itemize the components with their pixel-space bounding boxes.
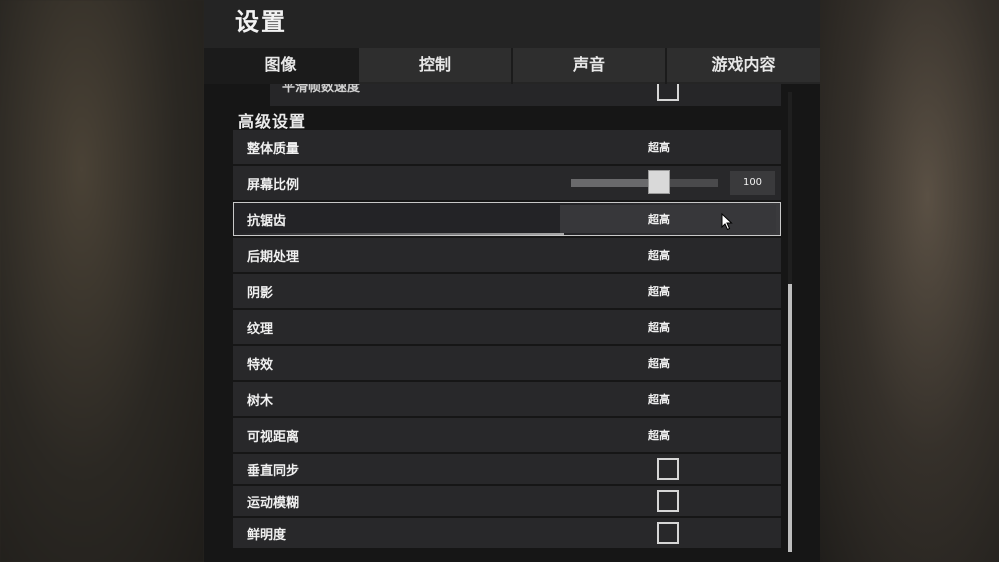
setting-value[interactable]: 超高 bbox=[648, 247, 748, 263]
scrollbar[interactable] bbox=[788, 92, 792, 552]
setting-row-smooth-framerate[interactable]: 平滑帧数速度 bbox=[270, 84, 781, 106]
tab-graphics[interactable]: 图像 bbox=[204, 48, 357, 84]
setting-label: 抗锯齿 bbox=[247, 214, 287, 229]
setting-label: 整体质量 bbox=[247, 142, 300, 157]
tab-audio[interactable]: 声音 bbox=[513, 48, 665, 84]
tab-bar: 图像 控制 声音 游戏内容 bbox=[204, 48, 820, 84]
setting-row-foliage[interactable]: 树木 超高 bbox=[233, 382, 781, 416]
setting-label: 平滑帧数速度 bbox=[282, 84, 361, 95]
setting-label: 鲜明度 bbox=[247, 528, 287, 543]
setting-row-view-distance[interactable]: 可视距离 超高 bbox=[233, 418, 781, 452]
background-right bbox=[820, 0, 999, 562]
setting-label: 后期处理 bbox=[247, 250, 300, 265]
setting-row-post-processing[interactable]: 后期处理 超高 bbox=[233, 238, 781, 272]
setting-label: 垂直同步 bbox=[247, 464, 300, 479]
tab-controls[interactable]: 控制 bbox=[359, 48, 511, 84]
scrollbar-thumb[interactable] bbox=[788, 284, 792, 552]
setting-value[interactable]: 超高 bbox=[648, 355, 748, 371]
background-left bbox=[0, 0, 204, 562]
setting-label: 可视距离 bbox=[247, 430, 300, 445]
section-header-advanced: 高级设置 bbox=[238, 112, 307, 131]
setting-value[interactable]: 超高 bbox=[648, 283, 748, 299]
setting-value[interactable]: 超高 bbox=[648, 139, 748, 155]
setting-label: 运动模糊 bbox=[247, 496, 300, 511]
screen-scale-value-field[interactable]: 100 bbox=[730, 171, 775, 195]
page-title: 设置 bbox=[235, 8, 287, 36]
setting-row-overall-quality[interactable]: 整体质量 超高 bbox=[233, 130, 781, 164]
setting-value[interactable]: 超高 bbox=[648, 319, 748, 335]
title-bar: 设置 bbox=[204, 0, 820, 48]
sharpness-checkbox[interactable] bbox=[657, 522, 679, 544]
setting-label: 特效 bbox=[247, 358, 274, 373]
setting-value[interactable]: 超高 bbox=[648, 427, 748, 443]
setting-row-textures[interactable]: 纹理 超高 bbox=[233, 310, 781, 344]
setting-value[interactable]: 超高 bbox=[648, 211, 748, 227]
setting-row-screen-scale[interactable]: 屏幕比例 100 bbox=[233, 166, 781, 200]
setting-row-shadows[interactable]: 阴影 超高 bbox=[233, 274, 781, 308]
setting-row-anti-aliasing[interactable]: 抗锯齿 超高 bbox=[233, 202, 781, 236]
setting-row-vsync[interactable]: 垂直同步 bbox=[233, 454, 781, 484]
screen-scale-slider[interactable] bbox=[571, 179, 718, 187]
tab-gameplay[interactable]: 游戏内容 bbox=[667, 48, 820, 84]
selection-underline bbox=[234, 233, 564, 235]
setting-label: 树木 bbox=[247, 394, 274, 409]
setting-row-effects[interactable]: 特效 超高 bbox=[233, 346, 781, 380]
setting-row-sharpness[interactable]: 鲜明度 bbox=[233, 518, 781, 548]
setting-row-motion-blur[interactable]: 运动模糊 bbox=[233, 486, 781, 516]
setting-label: 阴影 bbox=[247, 286, 274, 301]
slider-fill bbox=[571, 179, 660, 187]
mouse-cursor-icon bbox=[721, 213, 733, 231]
setting-label: 屏幕比例 bbox=[247, 178, 300, 193]
slider-handle[interactable] bbox=[648, 170, 671, 194]
settings-content: 平滑帧数速度 高级设置 整体质量 超高 屏幕比例 100 抗锯齿 超高 后期处理… bbox=[204, 84, 820, 562]
smooth-framerate-checkbox[interactable] bbox=[657, 84, 679, 101]
settings-panel: 设置 图像 控制 声音 游戏内容 平滑帧数速度 高级设置 整体质量 超高 屏幕比… bbox=[204, 0, 820, 562]
setting-label: 纹理 bbox=[247, 322, 274, 337]
motion-blur-checkbox[interactable] bbox=[657, 490, 679, 512]
setting-value[interactable]: 超高 bbox=[648, 391, 748, 407]
vsync-checkbox[interactable] bbox=[657, 458, 679, 480]
